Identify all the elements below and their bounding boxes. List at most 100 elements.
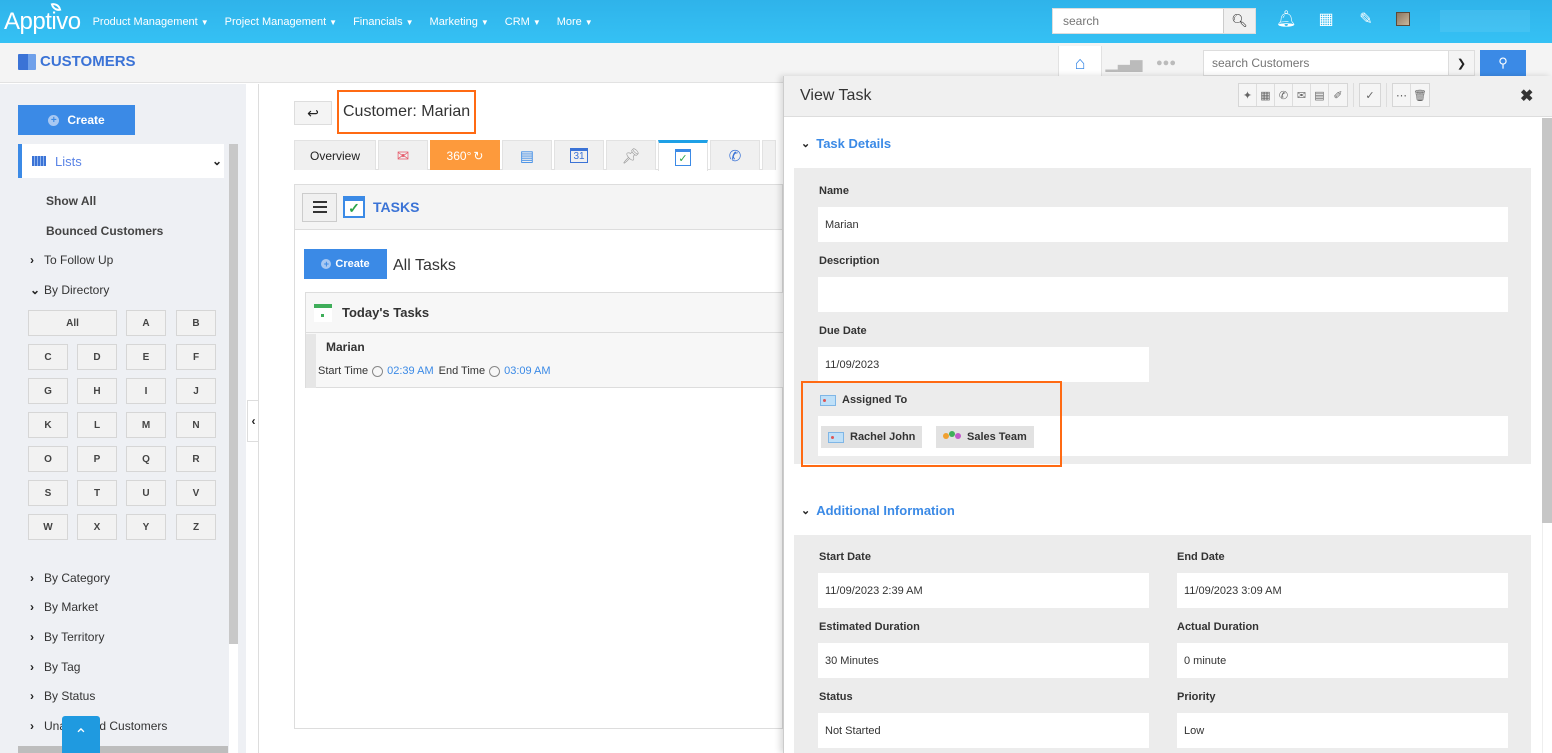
notes-icon[interactable]: ✎	[1356, 9, 1376, 29]
search-dropdown[interactable]: ❯	[1448, 51, 1474, 75]
directory-v-button[interactable]: V	[176, 480, 216, 506]
sidebar-item-by-status[interactable]: › By Status	[30, 689, 95, 703]
tab-360[interactable]: 360° ↻	[430, 140, 500, 170]
directory-y-button[interactable]: Y	[126, 514, 166, 540]
assignee-chip-sales-team[interactable]: Sales Team	[936, 426, 1034, 448]
directory-t-button[interactable]: T	[77, 480, 117, 506]
horizontal-scrollbar[interactable]	[18, 746, 228, 753]
call-button[interactable]: ✆	[1275, 84, 1293, 106]
employee-card-icon	[820, 394, 836, 406]
customer-search-button[interactable]: ⚲	[1480, 50, 1526, 76]
directory-h-button[interactable]: H	[77, 378, 117, 404]
assignee-chip-rachel-john[interactable]: Rachel John	[821, 426, 923, 448]
tab-contacts[interactable]: ▤	[502, 140, 552, 170]
more-button[interactable]: ●●●	[1146, 46, 1186, 80]
lists-toggle[interactable]: Lists ⌄	[18, 144, 224, 178]
tab-calendar[interactable]: 31	[554, 140, 604, 170]
email-button[interactable]: ✉	[1293, 84, 1311, 106]
global-search-input[interactable]	[1053, 9, 1223, 33]
menu-crm[interactable]: CRM ▼	[505, 16, 541, 28]
directory-f-button[interactable]: F	[176, 344, 216, 370]
chevron-right-icon: ›	[30, 689, 34, 703]
attachment-button[interactable]: ✐	[1329, 84, 1347, 106]
create-task-button[interactable]: + Create	[304, 249, 387, 279]
calendar-button[interactable]: ▦	[1257, 84, 1275, 106]
task-item[interactable]: Marian Start Time 02:39 AM End Time 03:0…	[306, 334, 785, 388]
tasks-panel: ✓ TASKS + Create All Tasks Today's Tasks …	[294, 184, 785, 729]
tab-tasks[interactable]: ✓	[658, 140, 708, 171]
directory-d-button[interactable]: D	[77, 344, 117, 370]
panel-scrollbar[interactable]	[1542, 118, 1552, 523]
create-customer-button[interactable]: + Create	[18, 105, 135, 135]
home-button[interactable]: ⌂	[1058, 46, 1102, 80]
directory-q-button[interactable]: Q	[126, 446, 166, 472]
directory-p-button[interactable]: P	[77, 446, 117, 472]
sidebar-item-show-all[interactable]: Show All	[46, 194, 96, 208]
chevron-right-icon: ›	[30, 630, 34, 644]
directory-z-button[interactable]: Z	[176, 514, 216, 540]
list-grid-icon	[32, 156, 46, 166]
directory-o-button[interactable]: O	[28, 446, 68, 472]
user-name-area[interactable]	[1440, 10, 1530, 32]
refresh-icon: ↻	[473, 148, 484, 163]
menu-product-management[interactable]: Product Management ▼	[93, 16, 209, 28]
search-button[interactable]: 🔍︎	[1223, 9, 1255, 33]
directory-u-button[interactable]: U	[126, 480, 166, 506]
directory-g-button[interactable]: G	[28, 378, 68, 404]
delete-button[interactable]: 🗑︎	[1411, 84, 1429, 106]
pin-button[interactable]: ✦	[1239, 84, 1257, 106]
bell-icon[interactable]: 🔔︎	[1276, 9, 1296, 29]
store-icon[interactable]: ▦	[1316, 9, 1336, 29]
search-icon: ⚲	[1498, 55, 1508, 70]
sidebar-item-by-market[interactable]: › By Market	[30, 600, 98, 614]
task-details-toggle[interactable]: ⌄ Task Details	[801, 136, 891, 151]
avatar[interactable]	[1396, 12, 1410, 26]
directory-c-button[interactable]: C	[28, 344, 68, 370]
directory-w-button[interactable]: W	[28, 514, 68, 540]
hamburger-menu-button[interactable]	[302, 192, 337, 222]
directory-l-button[interactable]: L	[77, 412, 117, 438]
tab-notes[interactable]: 📌︎	[606, 140, 656, 170]
sidebar-item-by-category[interactable]: › By Category	[30, 571, 110, 585]
directory-k-button[interactable]: K	[28, 412, 68, 438]
scroll-to-top-button[interactable]: ⌃	[62, 716, 100, 753]
tab-overview[interactable]: Overview	[294, 140, 376, 170]
directory-a-button[interactable]: A	[126, 310, 166, 336]
menu-project-management[interactable]: Project Management ▼	[225, 16, 337, 28]
sidebar-item-to-follow-up[interactable]: › To Follow Up	[30, 253, 113, 267]
directory-j-button[interactable]: J	[176, 378, 216, 404]
menu-financials[interactable]: Financials ▼	[353, 16, 413, 28]
directory-m-button[interactable]: M	[126, 412, 166, 438]
additional-info-toggle[interactable]: ⌄ Additional Information	[801, 503, 955, 518]
complete-button[interactable]: ✓	[1360, 84, 1380, 106]
document-button[interactable]: ▤	[1311, 84, 1329, 106]
sidebar-item-by-directory[interactable]: ⌄ By Directory	[30, 283, 109, 297]
menu-more[interactable]: More ▼	[557, 16, 593, 28]
sidebar-item-by-territory[interactable]: › By Territory	[30, 630, 104, 644]
directory-b-button[interactable]: B	[176, 310, 216, 336]
directory-x-button[interactable]: X	[77, 514, 117, 540]
more-button[interactable]: ⋯	[1393, 84, 1411, 106]
call-icon: ✆	[728, 147, 742, 165]
chevron-right-icon: ›	[30, 660, 34, 674]
directory-n-button[interactable]: N	[176, 412, 216, 438]
directory-i-button[interactable]: I	[126, 378, 166, 404]
tab-calls[interactable]: ✆	[710, 140, 760, 170]
directory-all-button[interactable]: All	[28, 310, 117, 336]
sidebar-item-by-tag[interactable]: › By Tag	[30, 660, 80, 674]
sidebar-item-bounced-customers[interactable]: Bounced Customers	[46, 224, 163, 238]
menu-marketing[interactable]: Marketing ▼	[430, 16, 489, 28]
tab-more[interactable]	[762, 140, 776, 170]
start-time-label: Start Time	[318, 365, 369, 377]
directory-e-button[interactable]: E	[126, 344, 166, 370]
close-button[interactable]: ✖	[1520, 86, 1533, 106]
directory-r-button[interactable]: R	[176, 446, 216, 472]
tab-campaigns[interactable]: ✉	[378, 140, 428, 170]
customer-search-input[interactable]	[1204, 51, 1448, 75]
apptivo-logo[interactable]: Apptivo	[4, 0, 81, 36]
priority-value: Low	[1177, 713, 1508, 748]
sidebar-scrollbar[interactable]	[229, 144, 238, 644]
back-button[interactable]: ↩	[294, 101, 332, 125]
reports-button[interactable]: ▁▃▅	[1102, 46, 1146, 80]
directory-s-button[interactable]: S	[28, 480, 68, 506]
